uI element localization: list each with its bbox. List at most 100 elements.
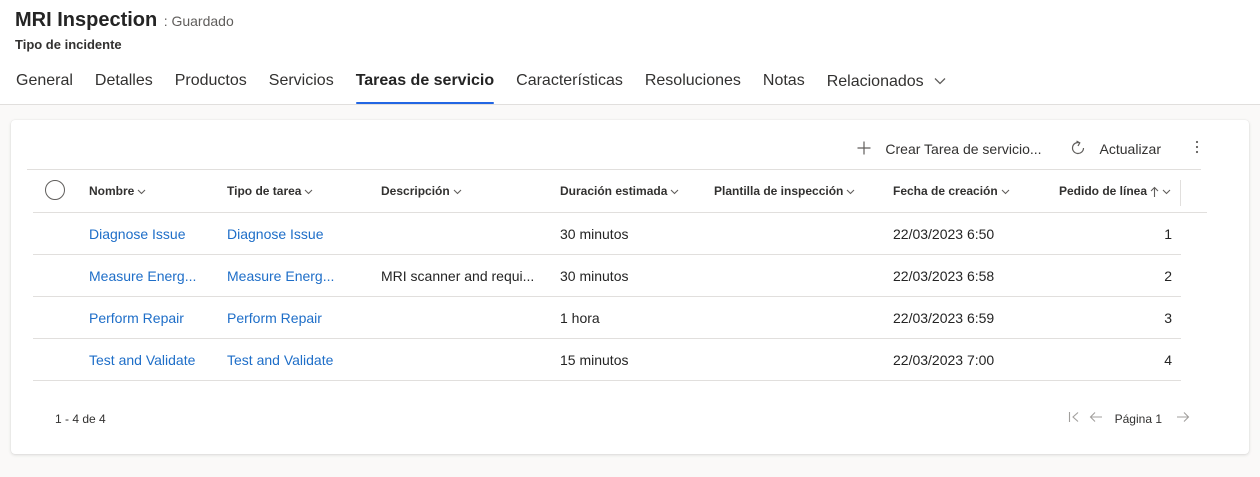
chevron-down-icon: [1162, 189, 1171, 195]
more-commands-button[interactable]: [1187, 136, 1207, 162]
grid-header-row: Nombre Tipo de tarea Descripción Duració…: [33, 170, 1181, 212]
tab-label: Servicios: [268, 72, 334, 89]
duration-cell: 1 hora: [560, 310, 600, 326]
table-row[interactable]: Test and Validate Test and Validate 15 m…: [33, 339, 1181, 381]
duration-cell: 30 minutos: [560, 268, 629, 284]
chevron-down-icon: [453, 189, 462, 195]
title-row: MRI Inspection : Guardado: [15, 9, 234, 32]
template-cell: [714, 297, 884, 339]
table-row[interactable]: Diagnose Issue Diagnose Issue 30 minutos…: [33, 213, 1181, 255]
chevron-down-icon: [934, 68, 946, 94]
tab-caracteristicas[interactable]: Características: [505, 68, 634, 105]
entity-type-label: Tipo de incidente: [15, 37, 122, 52]
more-vertical-icon: [1195, 140, 1199, 159]
column-label: Duración estimada: [560, 184, 668, 198]
chevron-down-icon: [846, 189, 855, 195]
tab-servicios[interactable]: Servicios: [258, 68, 345, 105]
save-status: : Guardado: [163, 13, 234, 29]
create-service-task-button[interactable]: Crear Tarea de servicio...: [857, 141, 1042, 158]
tab-relacionados[interactable]: Relacionados: [816, 68, 957, 105]
column-label: Plantilla de inspección: [714, 184, 844, 198]
tab-tareas-de-servicio[interactable]: Tareas de servicio: [345, 68, 505, 105]
column-label: Fecha de creación: [893, 184, 998, 198]
task-type-link[interactable]: Test and Validate: [227, 339, 367, 381]
description-cell: MRI scanner and requi...: [381, 268, 535, 284]
first-page-icon: [1068, 410, 1080, 428]
pagination: Página 1: [1063, 408, 1194, 430]
next-page-icon: [1176, 410, 1190, 428]
first-page-button[interactable]: [1063, 408, 1085, 430]
template-cell: [714, 339, 884, 381]
form-header: MRI Inspection : Guardado Tipo de incide…: [0, 0, 1260, 105]
created-on-cell: 22/03/2023 6:58: [893, 268, 995, 284]
tab-label: General: [16, 72, 73, 89]
refresh-icon: [1070, 139, 1100, 159]
tab-resoluciones[interactable]: Resoluciones: [634, 68, 752, 105]
refresh-label: Actualizar: [1099, 141, 1161, 157]
duration-cell: 15 minutos: [560, 352, 629, 368]
sort-ascending-icon: [1150, 186, 1159, 197]
record-count: 1 - 4 de 4: [55, 412, 106, 426]
task-type-link[interactable]: Perform Repair: [227, 297, 367, 339]
tab-label: Tareas de servicio: [355, 72, 495, 89]
description-cell: [381, 297, 541, 339]
divider: [33, 380, 1181, 381]
select-all-checkbox[interactable]: [45, 180, 65, 200]
column-header-plantilla-de-inspeccion[interactable]: Plantilla de inspección: [714, 170, 889, 212]
template-cell: [714, 213, 884, 255]
line-order-cell: 3: [1164, 310, 1172, 326]
column-divider: [1180, 180, 1181, 206]
column-header-descripcion[interactable]: Descripción: [381, 170, 541, 212]
chevron-down-icon: [137, 189, 146, 195]
column-label: Nombre: [89, 184, 135, 198]
column-header-nombre[interactable]: Nombre: [89, 170, 209, 212]
add-icon: [857, 141, 885, 158]
name-link[interactable]: Measure Energ...: [89, 255, 207, 297]
tab-detalles[interactable]: Detalles: [84, 68, 164, 105]
line-order-cell: 2: [1164, 268, 1172, 284]
column-label: Descripción: [381, 184, 450, 198]
column-header-pedido-de-linea[interactable]: Pedido de línea: [1059, 170, 1173, 212]
tab-label: Resoluciones: [644, 72, 741, 89]
description-cell: [381, 213, 541, 255]
column-header-tipo-de-tarea[interactable]: Tipo de tarea: [227, 170, 367, 212]
tab-general[interactable]: General: [5, 68, 84, 105]
created-on-cell: 22/03/2023 7:00: [893, 352, 995, 368]
column-header-duracion-estimada[interactable]: Duración estimada: [560, 170, 710, 212]
name-link[interactable]: Perform Repair: [89, 297, 207, 339]
line-order-cell: 1: [1164, 226, 1172, 242]
name-link[interactable]: Diagnose Issue: [89, 213, 207, 255]
table-row[interactable]: Perform Repair Perform Repair 1 hora 22/…: [33, 297, 1181, 339]
tab-list: General Detalles Productos Servicios Tar…: [5, 68, 957, 105]
name-link[interactable]: Test and Validate: [89, 339, 207, 381]
created-on-cell: 22/03/2023 6:50: [893, 226, 995, 242]
template-cell: [714, 255, 884, 297]
record-title: MRI Inspection: [15, 9, 158, 31]
tab-label: Características: [516, 72, 623, 89]
page-label: Página 1: [1114, 412, 1162, 426]
task-type-link[interactable]: Measure Energ...: [227, 255, 367, 297]
tab-label: Relacionados: [826, 73, 924, 90]
line-order-cell: 4: [1164, 352, 1172, 368]
tab-label: Productos: [174, 72, 247, 89]
create-label: Crear Tarea de servicio...: [885, 141, 1042, 157]
chevron-down-icon: [670, 189, 679, 195]
previous-page-icon: [1089, 410, 1103, 428]
duration-cell: 30 minutos: [560, 226, 629, 242]
command-bar: Crear Tarea de servicio... Actualizar: [857, 136, 1249, 162]
next-page-button[interactable]: [1172, 408, 1194, 430]
subgrid-card: Crear Tarea de servicio... Actualizar No…: [11, 120, 1249, 454]
refresh-button[interactable]: Actualizar: [1070, 139, 1161, 159]
tab-productos[interactable]: Productos: [164, 68, 258, 105]
tab-notas[interactable]: Notas: [752, 68, 816, 105]
tab-label: Detalles: [94, 72, 153, 89]
previous-page-button[interactable]: [1085, 408, 1107, 430]
chevron-down-icon: [305, 189, 313, 195]
task-type-link[interactable]: Diagnose Issue: [227, 213, 367, 255]
column-header-fecha-de-creacion[interactable]: Fecha de creación: [893, 170, 1043, 212]
created-on-cell: 22/03/2023 6:59: [893, 310, 995, 326]
description-cell: [381, 339, 541, 381]
chevron-down-icon: [1001, 189, 1010, 195]
tab-label: Notas: [762, 72, 805, 89]
table-row[interactable]: Measure Energ... Measure Energ... MRI sc…: [33, 255, 1181, 297]
